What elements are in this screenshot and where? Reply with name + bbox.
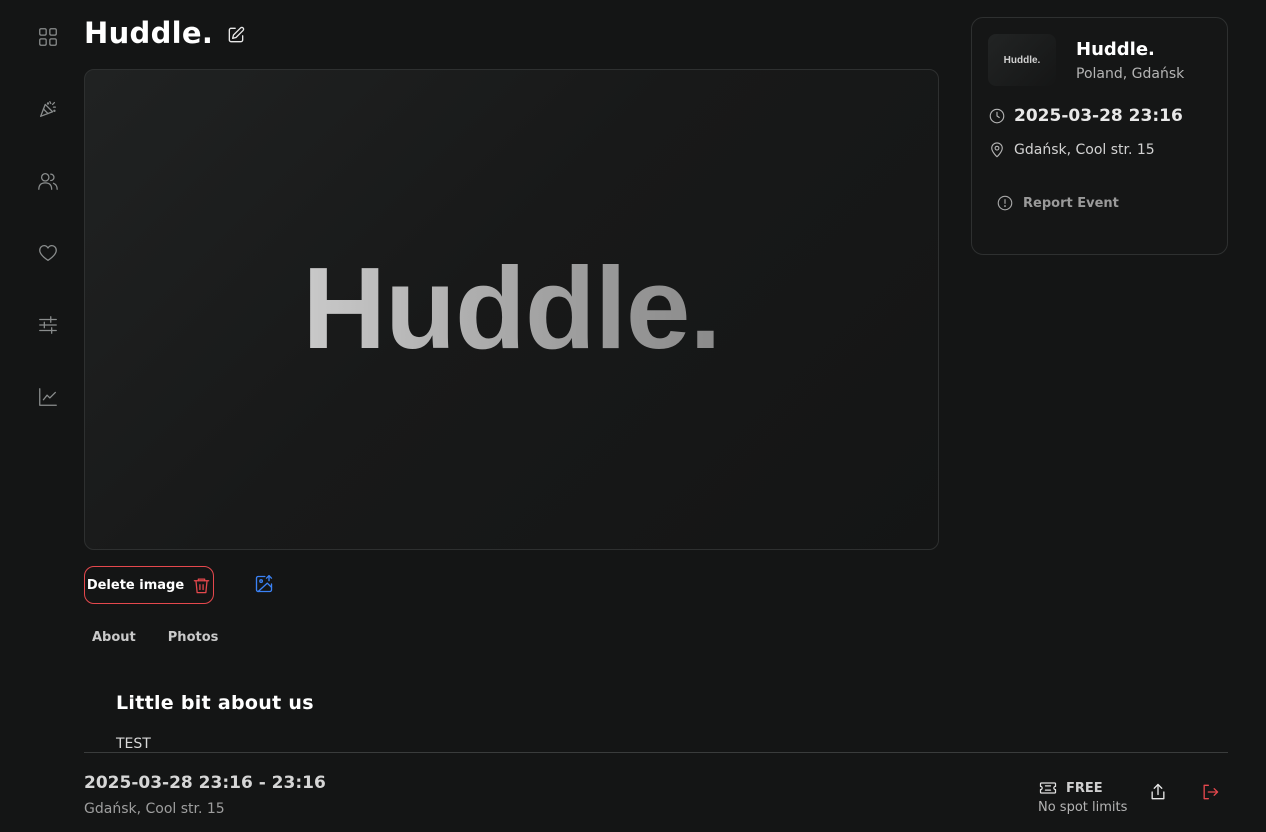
sliders-icon[interactable] [36,313,60,337]
report-event-label: Report Event [1023,195,1119,211]
users-icon[interactable] [36,169,60,193]
hero-logo: Huddle. [85,250,938,366]
about-heading: Little bit about us [116,692,314,714]
organizer-avatar-logo: Huddle. [1003,54,1041,66]
report-event-button[interactable]: Report Event [996,194,1119,212]
event-address-row: Gdańsk, Cool str. 15 [988,141,1155,159]
event-address: Gdańsk, Cool str. 15 [1014,142,1155,158]
edit-icon[interactable] [224,23,248,47]
page-title: Huddle. [84,16,214,50]
trash-icon [193,578,210,593]
tab-bar: About Photos [92,630,218,645]
delete-image-label: Delete image [86,577,185,593]
event-datetime: 2025-03-28 23:16 [1014,106,1183,126]
spot-limit-label: No spot limits [1038,800,1128,815]
event-datetime-row: 2025-03-28 23:16 [988,106,1183,126]
delete-image-button[interactable]: Delete image [84,566,214,604]
heart-icon[interactable] [36,241,60,265]
footer-time-range: 2025-03-28 23:16 - 23:16 [84,773,326,793]
sidebar [0,0,96,832]
event-info-card: Huddle. Huddle. Poland, Gdańsk 2025-03-2… [971,17,1228,255]
tab-about[interactable]: About [92,630,136,645]
alert-circle-icon [997,195,1013,211]
organizer-location: Poland, Gdańsk [1076,66,1185,82]
price-label: FREE [1066,780,1103,796]
party-popper-icon[interactable] [36,97,60,121]
leave-event-icon[interactable] [1198,780,1222,804]
footer-divider [84,752,1228,753]
event-cover-image: Huddle. [84,69,939,550]
ticket-price: FREE [1038,778,1103,798]
share-icon[interactable] [1146,780,1170,804]
upload-image-icon[interactable] [252,572,276,596]
map-pin-icon [991,142,1003,158]
organizer-name[interactable]: Huddle. [1076,39,1155,60]
clock-icon [989,108,1005,124]
dashboard-icon[interactable] [36,25,60,49]
ticket-icon [1039,782,1057,794]
tab-photos[interactable]: Photos [168,630,219,645]
footer-address: Gdańsk, Cool str. 15 [84,801,225,817]
chart-icon[interactable] [36,385,60,409]
organizer-avatar[interactable]: Huddle. [988,34,1056,86]
about-text: TEST [116,736,151,752]
